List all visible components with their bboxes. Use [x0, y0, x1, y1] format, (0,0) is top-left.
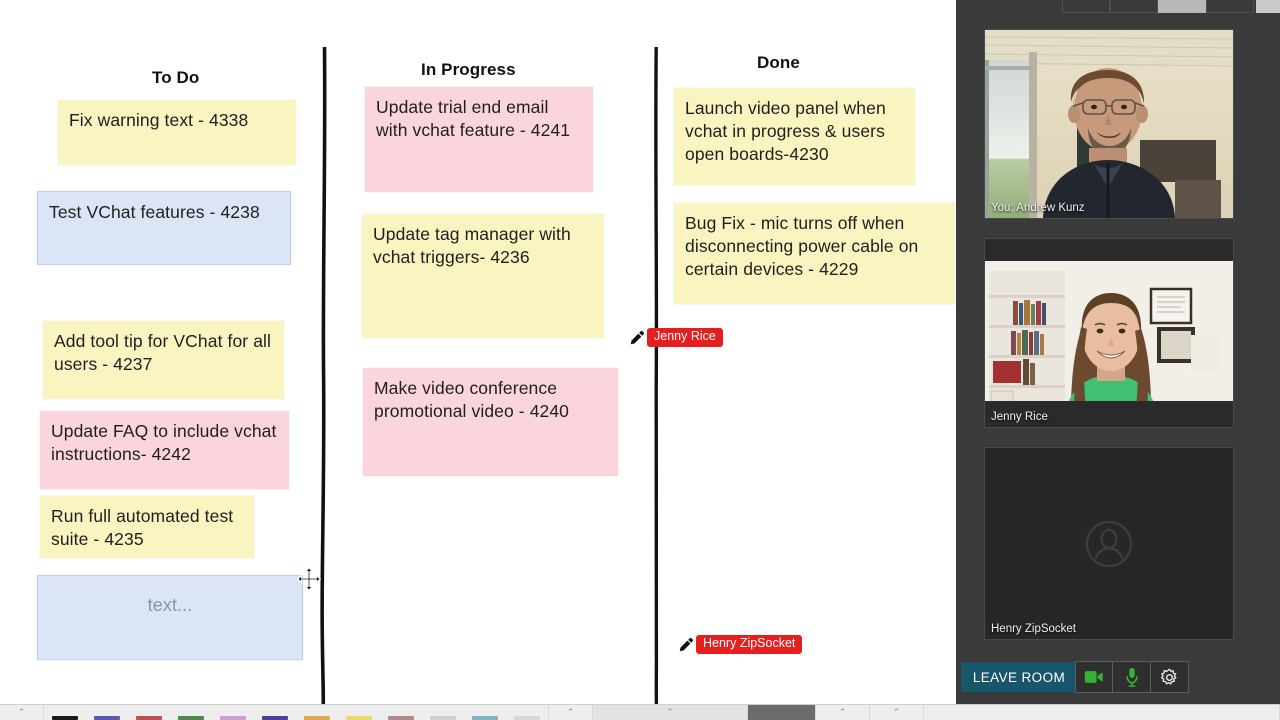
column-title-done: Done: [757, 53, 800, 72]
video-tile-henry-zipsocket[interactable]: Henry ZipSocket: [984, 447, 1234, 640]
color-swatch[interactable]: [472, 716, 498, 720]
cursor-label: Jenny Rice: [647, 328, 723, 347]
panel-tab-trailing[interactable]: [1256, 0, 1280, 13]
column-divider-1: [318, 47, 332, 704]
sticky-note[interactable]: Test VChat features - 4238: [37, 191, 291, 265]
panel-tab[interactable]: [1206, 0, 1254, 13]
taskbar-item[interactable]: ⌃: [593, 705, 748, 720]
sticky-note[interactable]: Bug Fix - mic turns off when disconnecti…: [674, 203, 955, 304]
taskbar-item-active[interactable]: [748, 705, 816, 720]
chevron-up-icon: ⌃: [566, 707, 575, 717]
chevron-up-icon: ⌃: [17, 707, 26, 717]
video-feed: [985, 30, 1233, 218]
bottom-taskbar[interactable]: ⌃ ⌃ ⌃ ⌃ ⌃: [0, 704, 1280, 720]
sticky-note[interactable]: Update tag manager with vchat triggers- …: [362, 214, 604, 338]
chevron-up-icon: ⌃: [838, 707, 847, 717]
column-divider-2: [650, 47, 664, 704]
webcam-image-andrew: [985, 30, 1233, 218]
media-control-group: [1075, 661, 1189, 693]
participant-name: Jenny Rice: [991, 411, 1048, 423]
person-avatar-icon: [1085, 520, 1133, 567]
color-swatch[interactable]: [52, 716, 78, 720]
pencil-icon: [630, 330, 644, 345]
webcam-image-jenny: [985, 239, 1233, 427]
color-palette-strip[interactable]: [44, 705, 549, 720]
remote-cursor-jenny-rice: Jenny Rice: [629, 328, 723, 347]
color-swatch[interactable]: [220, 716, 246, 720]
microphone-toggle-button[interactable]: [1113, 661, 1151, 693]
color-swatch[interactable]: [262, 716, 288, 720]
participant-name: Henry ZipSocket: [991, 623, 1077, 635]
sticky-note[interactable]: Make video conference promotional video …: [363, 368, 618, 476]
color-swatch[interactable]: [304, 716, 330, 720]
sticky-note[interactable]: Launch video panel when vchat in progres…: [674, 88, 915, 185]
gear-icon: [1160, 668, 1177, 685]
sticky-note[interactable]: Fix warning text - 4338: [58, 100, 296, 165]
video-feed: [985, 239, 1233, 427]
panel-tab-active[interactable]: [1158, 0, 1206, 13]
color-swatch[interactable]: [514, 716, 540, 720]
microphone-icon: [1125, 667, 1138, 687]
taskbar-chevron-cell[interactable]: ⌃: [549, 705, 593, 720]
sticky-note-new[interactable]: text...: [37, 575, 303, 660]
taskbar-chevron-cell[interactable]: ⌃: [870, 705, 924, 720]
cursor-label: Henry ZipSocket: [696, 635, 803, 654]
taskbar-chevron-cell[interactable]: ⌃: [0, 705, 44, 720]
sticky-note[interactable]: Update trial end email with vchat featur…: [365, 87, 593, 192]
kanban-board[interactable]: To Do In Progress Done Fix warning text …: [0, 0, 956, 704]
pencil-icon: [679, 637, 693, 652]
call-controls: LEAVE ROOM: [956, 658, 1280, 704]
participant-name: You: Andrew Kunz: [991, 202, 1085, 214]
sticky-note[interactable]: Run full automated test suite - 4235: [40, 496, 254, 558]
column-title-in-progress: In Progress: [421, 60, 516, 79]
whiteboard-app: To Do In Progress Done Fix warning text …: [0, 0, 1280, 720]
column-title-todo: To Do: [152, 68, 200, 87]
video-tile-andrew-kunz[interactable]: You: Andrew Kunz: [984, 29, 1234, 219]
video-camera-icon: [1084, 671, 1103, 683]
move-cursor-icon: [296, 566, 322, 592]
remote-cursor-henry-zipsocket: Henry ZipSocket: [678, 635, 803, 654]
leave-room-button[interactable]: LEAVE ROOM: [961, 662, 1077, 692]
panel-tab[interactable]: [1110, 0, 1158, 13]
taskbar-spacer: [924, 705, 1280, 720]
video-conference-panel: You: Andrew Kunz Jenny Rice Henry ZipSoc…: [956, 0, 1280, 704]
color-swatch[interactable]: [94, 716, 120, 720]
chevron-up-icon: ⌃: [892, 707, 901, 717]
video-tile-jenny-rice[interactable]: Jenny Rice: [984, 238, 1234, 428]
color-swatch[interactable]: [430, 716, 456, 720]
color-swatch[interactable]: [346, 716, 372, 720]
color-swatch[interactable]: [136, 716, 162, 720]
panel-tab[interactable]: [1062, 0, 1110, 13]
taskbar-chevron-cell[interactable]: ⌃: [816, 705, 870, 720]
camera-toggle-button[interactable]: [1075, 661, 1113, 693]
settings-button[interactable]: [1151, 661, 1189, 693]
chevron-up-icon: ⌃: [666, 707, 674, 717]
color-swatch[interactable]: [388, 716, 414, 720]
sticky-note[interactable]: Add tool tip for VChat for all users - 4…: [43, 321, 284, 399]
panel-tab-strip[interactable]: [956, 0, 1280, 14]
color-swatch[interactable]: [178, 716, 204, 720]
sticky-note[interactable]: Update FAQ to include vchat instructions…: [40, 411, 289, 489]
video-placeholder: [985, 448, 1233, 639]
